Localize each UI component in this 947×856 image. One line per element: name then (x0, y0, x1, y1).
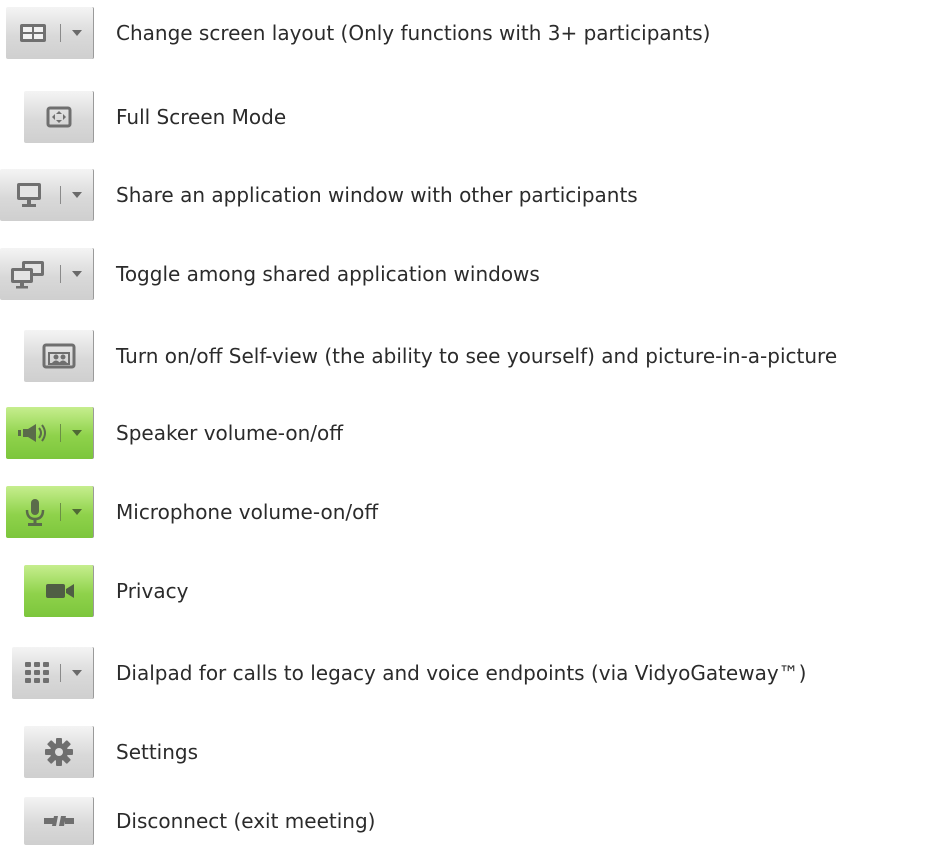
full-screen-button[interactable] (24, 91, 94, 143)
legend-label: Share an application window with other p… (116, 183, 638, 207)
dropdown-separator (60, 24, 61, 42)
dropdown-separator (60, 424, 61, 442)
legend-label: Dialpad for calls to legacy and voice en… (116, 661, 807, 685)
chevron-down-icon[interactable] (68, 424, 86, 442)
chevron-down-icon[interactable] (68, 265, 86, 283)
legend-label: Turn on/off Self-view (the ability to se… (116, 344, 838, 368)
chevron-down-icon[interactable] (68, 24, 86, 42)
disconnect-button[interactable] (24, 797, 94, 845)
legend-label: Speaker volume-on/off (116, 421, 344, 445)
toggle-shared-windows-button[interactable] (0, 248, 94, 300)
share-window-button[interactable] (0, 169, 94, 221)
legend-row-self-view: Turn on/off Self-view (the ability to se… (0, 323, 947, 389)
legend-row-privacy: Privacy (0, 558, 947, 624)
legend-label: Full Screen Mode (116, 105, 287, 129)
camera-icon (42, 565, 78, 617)
legend-row-disconnect: Disconnect (exit meeting) (0, 790, 947, 856)
microphone-button[interactable] (6, 486, 94, 538)
toggle-shared-windows-icon (6, 248, 50, 300)
legend-row-microphone: Microphone volume-on/off (0, 479, 947, 545)
legend-label: Disconnect (exit meeting) (116, 809, 376, 833)
gear-icon (40, 726, 78, 778)
speaker-icon (14, 407, 52, 459)
speaker-button[interactable] (6, 407, 94, 459)
microphone-icon (20, 486, 50, 538)
screen-layout-button[interactable] (6, 7, 94, 59)
self-view-button[interactable] (24, 330, 94, 382)
disconnect-icon (40, 797, 78, 845)
legend-label: Change screen layout (Only functions wit… (116, 21, 711, 45)
chevron-down-icon[interactable] (68, 664, 86, 682)
legend-row-toggle-shared: Toggle among shared application windows (0, 241, 947, 307)
legend-label: Toggle among shared application windows (116, 262, 540, 286)
legend-row-dialpad: Dialpad for calls to legacy and voice en… (0, 640, 947, 706)
full-screen-icon (42, 91, 76, 143)
self-view-icon (40, 330, 78, 382)
settings-button[interactable] (24, 726, 94, 778)
screen-layout-icon (16, 7, 50, 59)
legend-row-screen-layout: Change screen layout (Only functions wit… (0, 0, 947, 66)
chevron-down-icon[interactable] (68, 503, 86, 521)
legend-label: Settings (116, 740, 199, 764)
legend-row-speaker: Speaker volume-on/off (0, 400, 947, 466)
share-window-icon (12, 169, 46, 221)
dropdown-separator (60, 503, 61, 521)
chevron-down-icon[interactable] (68, 186, 86, 204)
dropdown-separator (60, 186, 61, 204)
privacy-button[interactable] (24, 565, 94, 617)
dropdown-separator (60, 664, 61, 682)
legend-row-share-window: Share an application window with other p… (0, 162, 947, 228)
dialpad-icon (20, 647, 54, 699)
legend-row-full-screen: Full Screen Mode (0, 84, 947, 150)
dialpad-button[interactable] (12, 647, 94, 699)
legend-row-settings: Settings (0, 719, 947, 785)
legend-label: Microphone volume-on/off (116, 500, 379, 524)
legend-label: Privacy (116, 579, 189, 603)
dropdown-separator (60, 265, 61, 283)
